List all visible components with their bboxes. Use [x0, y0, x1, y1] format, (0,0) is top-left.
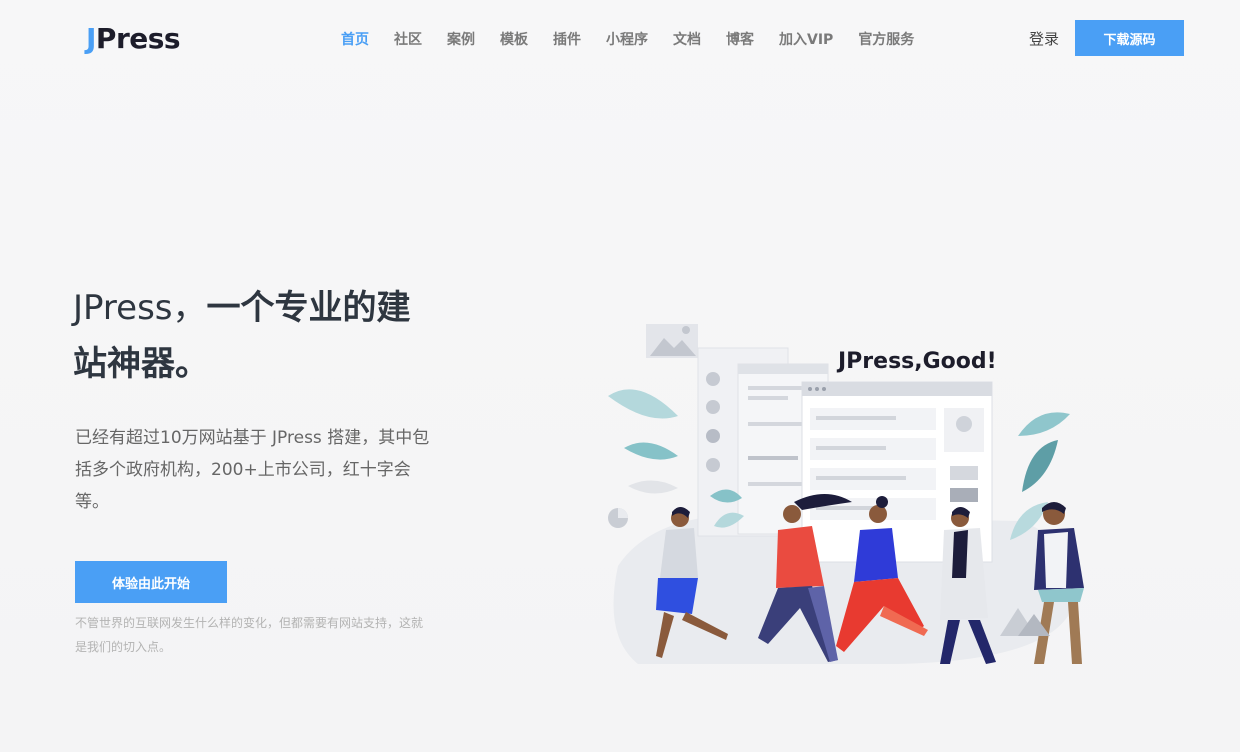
- pie-chart-icon: [608, 508, 628, 528]
- nav-item-plugins[interactable]: 插件: [553, 29, 581, 49]
- hero-subtext: 不管世界的互联网发生什么样的变化，但都需要有网站支持，这就是我们的切入点。: [75, 616, 424, 654]
- download-source-button[interactable]: 下载源码: [1075, 20, 1184, 56]
- hero-title-brand: JPress，: [73, 288, 207, 328]
- person-5: [1034, 502, 1084, 664]
- nav-item-home[interactable]: 首页: [341, 29, 369, 49]
- logo-press: Press: [95, 22, 181, 55]
- logo-j: J: [86, 22, 96, 55]
- nav-item-templates[interactable]: 模板: [500, 29, 528, 49]
- logo[interactable]: JPress: [86, 22, 181, 55]
- nav-item-cases[interactable]: 案例: [447, 29, 475, 49]
- image-placeholder-icon: [646, 324, 698, 358]
- nav-item-blog[interactable]: 博客: [726, 29, 754, 49]
- illustration-caption: JPress,Good!: [836, 349, 997, 374]
- nav-item-community[interactable]: 社区: [394, 29, 422, 49]
- nav-item-miniprogram[interactable]: 小程序: [606, 29, 648, 49]
- hero-description: 已经有超过10万网站基于 JPress 搭建，其中包括多个政府机构，200+上市…: [75, 428, 430, 512]
- nav-item-vip[interactable]: 加入VIP: [779, 29, 833, 49]
- hero-illustration: JPress,Good!: [608, 324, 1084, 664]
- site-header: JPress 首页 社区 案例 模板 插件 小程序 文档 博客 加入VIP 官方…: [0, 0, 1240, 76]
- nav-item-services[interactable]: 官方服务: [858, 29, 914, 49]
- nav-item-docs[interactable]: 文档: [673, 29, 701, 49]
- hero-title: JPress，一个专业的建站神器。: [73, 280, 443, 392]
- login-link[interactable]: 登录: [1029, 28, 1059, 49]
- get-started-button[interactable]: 体验由此开始: [75, 561, 227, 603]
- main-nav: 首页 社区 案例 模板 插件 小程序 文档 博客 加入VIP 官方服务: [341, 29, 939, 49]
